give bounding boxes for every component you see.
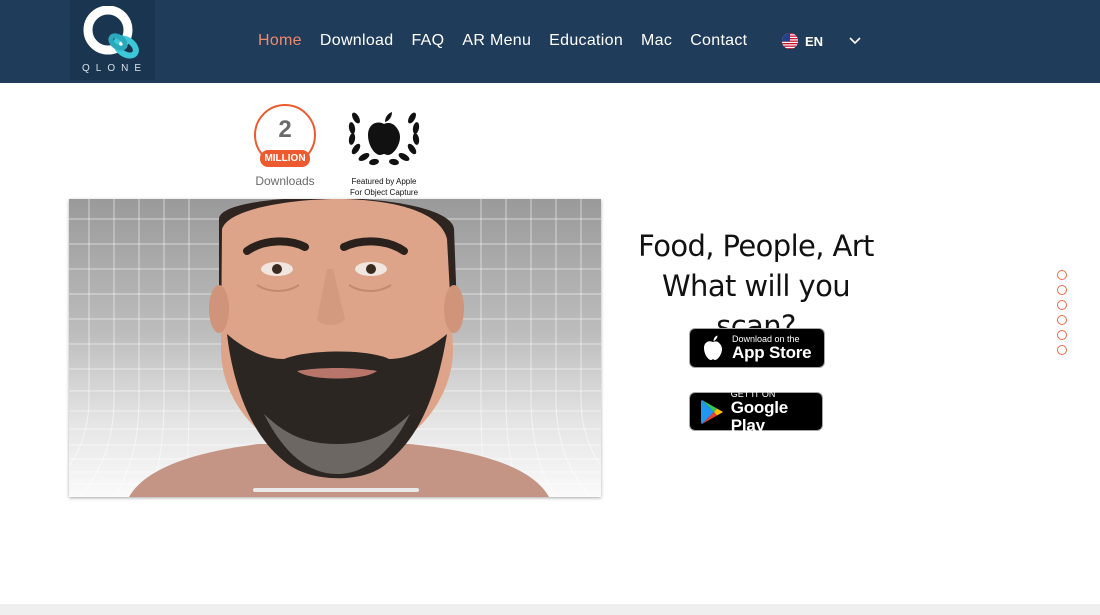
qlone-logo[interactable]: QLONE bbox=[70, 0, 155, 80]
apple-caption-line1: Featured by Apple bbox=[351, 177, 417, 186]
section-dot[interactable] bbox=[1057, 300, 1067, 310]
nav-mac[interactable]: Mac bbox=[641, 31, 672, 51]
google-play-text: GET IT ON Google Play bbox=[731, 389, 822, 435]
apple-icon bbox=[700, 335, 726, 361]
downloads-circle: 2 MILLION bbox=[254, 104, 316, 167]
nav-contact[interactable]: Contact bbox=[690, 31, 747, 51]
section-dot[interactable] bbox=[1057, 285, 1067, 295]
section-dot[interactable] bbox=[1057, 330, 1067, 340]
nav-download[interactable]: Download bbox=[320, 31, 394, 51]
section-dot[interactable] bbox=[1057, 345, 1067, 355]
apple-laurel-icon bbox=[348, 112, 420, 166]
google-play-small: GET IT ON bbox=[730, 388, 776, 399]
logo-text: QLONE bbox=[81, 63, 147, 74]
language-label: EN bbox=[805, 33, 824, 49]
apple-caption-line2: For Object Capture bbox=[349, 188, 419, 197]
us-flag-icon bbox=[782, 33, 798, 49]
footer-edge bbox=[0, 604, 1100, 615]
google-play-button[interactable]: GET IT ON Google Play bbox=[689, 389, 823, 434]
section-dot[interactable] bbox=[1057, 270, 1067, 280]
apple-featured-badge: Featured by Apple For Object Capture bbox=[344, 104, 424, 197]
app-store-big: App Store bbox=[732, 343, 812, 362]
downloads-ribbon: MILLION bbox=[260, 150, 310, 167]
google-play-icon bbox=[700, 399, 725, 425]
chevron-down-icon bbox=[849, 37, 861, 45]
scan-preview-image bbox=[69, 199, 601, 497]
site-header: QLONE Home Download FAQ AR Menu Educatio… bbox=[0, 0, 1100, 83]
nav-home[interactable]: Home bbox=[258, 31, 302, 51]
main-nav: Home Download FAQ AR Menu Education Mac … bbox=[258, 31, 765, 51]
downloads-badge: 2 MILLION Downloads bbox=[252, 104, 318, 188]
q-logo-icon bbox=[83, 6, 139, 59]
nav-faq[interactable]: FAQ bbox=[411, 31, 444, 51]
scan-preview-video[interactable] bbox=[69, 199, 601, 497]
app-store-text: Download on the App Store bbox=[732, 334, 812, 362]
video-progress-bar[interactable] bbox=[253, 488, 419, 492]
headline-line1: Food, People, Art bbox=[638, 229, 874, 263]
section-dot[interactable] bbox=[1057, 315, 1067, 325]
app-store-button[interactable]: Download on the App Store bbox=[689, 328, 825, 368]
nav-education[interactable]: Education bbox=[549, 31, 623, 51]
google-play-big: Google Play bbox=[730, 397, 789, 435]
language-selector[interactable]: EN bbox=[782, 31, 861, 51]
downloads-caption: Downloads bbox=[255, 174, 315, 188]
section-dot-nav bbox=[1057, 270, 1068, 360]
nav-ar-menu[interactable]: AR Menu bbox=[462, 31, 531, 51]
downloads-number: 2 bbox=[278, 116, 292, 143]
